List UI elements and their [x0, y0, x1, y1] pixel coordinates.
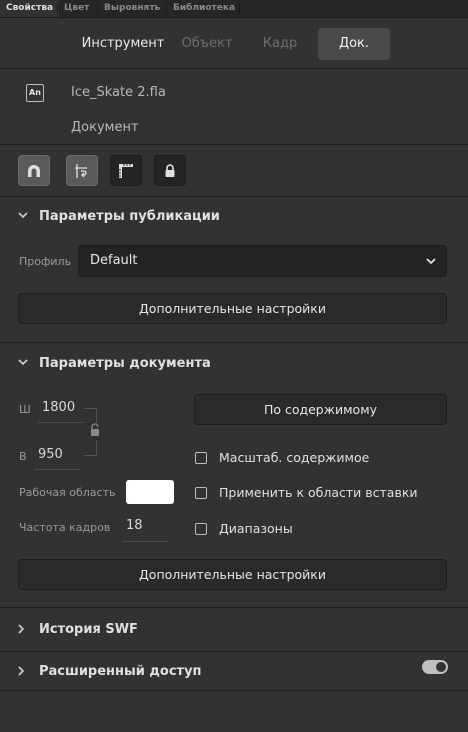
mode-tab-object[interactable]: Объект: [176, 28, 238, 60]
chevron-right-icon[interactable]: [17, 624, 25, 637]
document-advanced-settings-button[interactable]: Дополнительные настройки: [18, 559, 447, 590]
snap-magnet-icon: [28, 164, 40, 177]
scale-content-checkbox[interactable]: [195, 452, 207, 464]
chevron-down-icon[interactable]: [18, 210, 28, 223]
animate-file-icon: An: [26, 84, 44, 102]
profile-value: Default: [90, 253, 138, 268]
tab-color[interactable]: Цвет: [58, 0, 95, 17]
panel-tab-bar: Свойства Цвет Выровнять Библиотека: [0, 0, 468, 18]
accessibility-toggle[interactable]: [422, 660, 448, 674]
lock-button[interactable]: [154, 155, 186, 186]
spans-label: Диапазоны: [219, 521, 293, 536]
document-filename: Ice_Skate 2.fla: [71, 85, 166, 100]
chevron-down-icon: [426, 258, 436, 265]
fit-to-content-button[interactable]: По содержимому: [194, 394, 447, 425]
tab-divider: [239, 3, 240, 14]
divider: [0, 607, 468, 608]
document-settings-title[interactable]: Параметры документа: [39, 356, 211, 371]
divider: [0, 196, 468, 197]
aspect-lock-button[interactable]: [89, 423, 101, 440]
publish-advanced-settings-button[interactable]: Дополнительные настройки: [18, 293, 447, 324]
unlock-icon: [91, 423, 99, 436]
stage-color-swatch[interactable]: [126, 480, 174, 504]
fps-field-underline: [122, 541, 168, 542]
fps-field[interactable]: 18: [126, 518, 143, 533]
tab-properties[interactable]: Свойства: [0, 0, 60, 17]
swf-history-title[interactable]: История SWF: [39, 622, 138, 637]
mode-tab-tool[interactable]: Инструмент: [80, 28, 166, 60]
chevron-right-icon[interactable]: [17, 666, 25, 679]
stage-label: Рабочая область: [19, 486, 116, 499]
tab-library[interactable]: Библиотека: [167, 0, 241, 17]
ruler-button[interactable]: [110, 155, 142, 186]
ruler-corner-icon: [119, 163, 133, 178]
snap-to-guides-button[interactable]: [66, 155, 98, 186]
apply-pasteboard-label: Применить к области вставки: [219, 485, 418, 500]
divider: [0, 651, 468, 652]
divider: [0, 690, 468, 691]
document-kind: Документ: [71, 120, 139, 135]
toggle-knob: [436, 662, 446, 672]
height-label: В: [19, 450, 27, 463]
divider: [0, 144, 468, 145]
width-field-underline: [38, 422, 84, 423]
spans-checkbox[interactable]: [195, 523, 207, 535]
width-label: Ш: [19, 403, 31, 416]
height-field[interactable]: 950: [38, 447, 63, 462]
mode-tab-frame[interactable]: Кадр: [252, 28, 308, 60]
profile-select[interactable]: Default: [78, 245, 447, 277]
apply-pasteboard-checkbox[interactable]: [195, 487, 207, 499]
publish-settings-title[interactable]: Параметры публикации: [39, 209, 220, 224]
tab-align[interactable]: Выровнять: [98, 0, 166, 17]
mode-tab-document[interactable]: Док.: [318, 28, 390, 60]
snap-to-guides-icon: [75, 163, 87, 178]
accessibility-title[interactable]: Расширенный доступ: [39, 664, 202, 679]
height-field-underline: [34, 469, 80, 470]
chevron-down-icon[interactable]: [18, 357, 28, 370]
profile-label: Профиль: [19, 255, 72, 268]
width-field[interactable]: 1800: [42, 400, 75, 415]
scale-content-label: Масштаб. содержимое: [219, 450, 370, 465]
divider: [0, 68, 468, 69]
divider: [0, 342, 468, 343]
fps-label: Частота кадров: [19, 521, 111, 534]
snap-magnet-button[interactable]: [18, 155, 50, 186]
lock-icon: [165, 163, 175, 177]
